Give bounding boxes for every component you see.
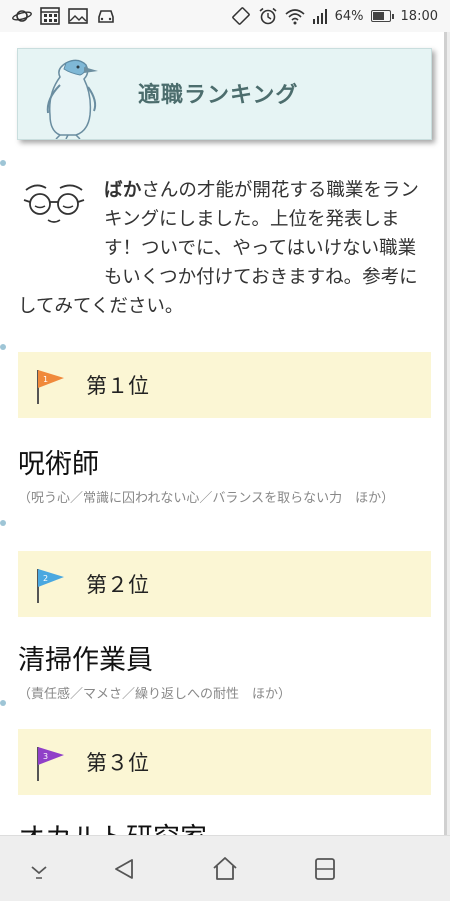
rank-header-1: 1 第１位 <box>18 352 431 418</box>
rank-header-3: 3 第３位 <box>18 729 431 795</box>
wifi-icon <box>285 7 305 25</box>
job-traits: （呪う心／常識に囚われない心／バランスを取らない力 ほか） <box>18 491 395 506</box>
page-title: 適職ランキング <box>138 83 299 108</box>
side-dot <box>0 344 6 350</box>
alarm-icon <box>258 7 278 25</box>
rank-label: 第１位 <box>86 374 149 398</box>
saturn-icon <box>12 7 32 25</box>
flag-icon: 1 <box>37 370 64 404</box>
svg-text:3: 3 <box>43 752 48 761</box>
rank-label: 第２位 <box>86 573 149 597</box>
flag-icon: 2 <box>37 569 64 603</box>
flag-icon: 3 <box>37 747 64 781</box>
side-dot <box>0 520 6 526</box>
job-title: オカルト研究家 <box>18 816 207 835</box>
navigation-bar <box>0 835 450 901</box>
svg-text:1: 1 <box>43 375 48 384</box>
user-name: ばか <box>104 180 142 201</box>
intro-text: ばかさんの才能が開花する職業をランキングにしました。上位を発表します！ついでに、… <box>18 176 428 321</box>
clock: 18:00 <box>400 8 438 24</box>
calendar-icon <box>40 7 60 25</box>
signal-icon <box>312 7 328 25</box>
side-dot <box>0 160 6 166</box>
rank-label: 第３位 <box>86 751 149 775</box>
recents-icon[interactable] <box>310 854 340 884</box>
rotate-icon <box>231 7 251 25</box>
job-title: 呪術師 <box>18 449 99 480</box>
car-icon <box>96 7 116 25</box>
penguin-illustration <box>46 59 98 139</box>
svg-text:2: 2 <box>43 574 48 583</box>
chevron-down-icon[interactable] <box>24 854 54 884</box>
rank-header-2: 2 第２位 <box>18 551 431 617</box>
status-bar: 64% 18:00 <box>0 0 450 32</box>
side-dot <box>0 700 6 706</box>
battery-percent: 64% <box>334 8 364 24</box>
job-traits: （責任感／マメさ／繰り返しへの耐性 ほか） <box>18 687 292 702</box>
home-icon[interactable] <box>210 854 240 884</box>
title-banner: 適職ランキング <box>17 48 432 140</box>
image-icon <box>68 7 88 25</box>
content-card <box>0 32 447 835</box>
job-title: 清掃作業員 <box>18 645 153 676</box>
page-content[interactable]: 適職ランキング ばかさんの才能が開花する職業をランキングにしました。上位を発表し… <box>0 32 450 835</box>
battery-icon <box>370 10 394 22</box>
back-icon[interactable] <box>110 854 140 884</box>
